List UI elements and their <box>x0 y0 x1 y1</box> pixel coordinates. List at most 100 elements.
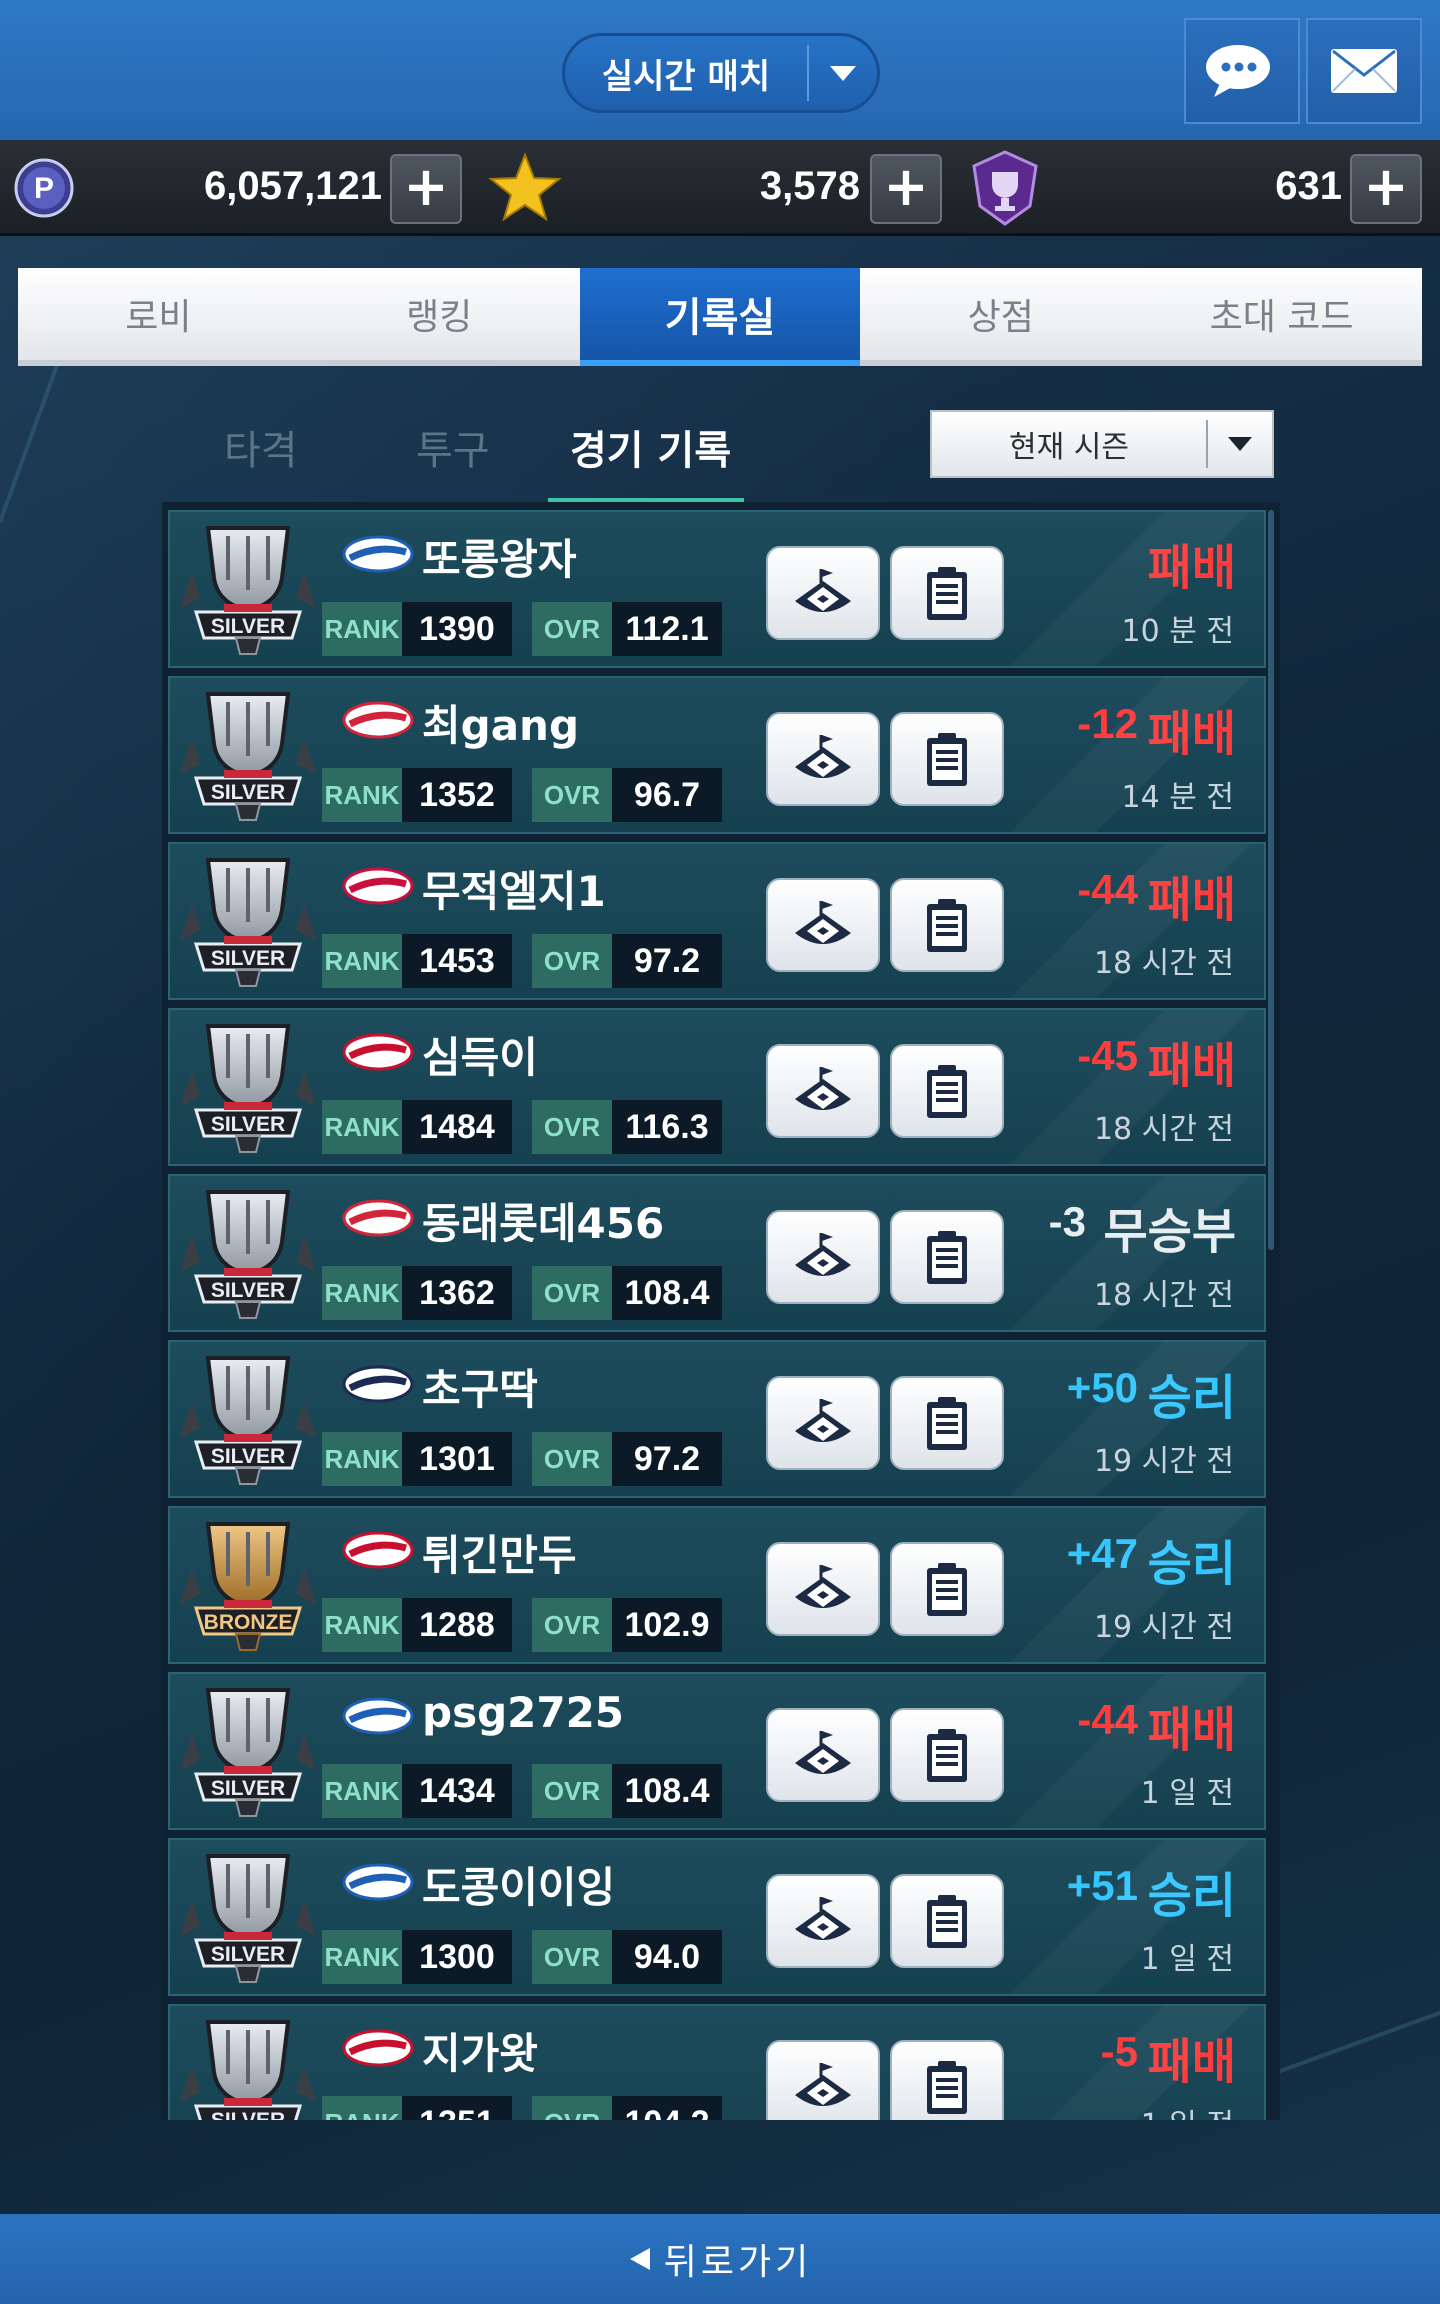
team-logo-icon <box>342 1697 414 1735</box>
match-row[interactable]: SILVER 또롱왕자 RANK 1390 OVR 112.1 패배 10 분 … <box>168 510 1266 668</box>
match-row[interactable]: SILVER psg2725 RANK 1434 OVR 108.4 -44 패… <box>168 1672 1266 1830</box>
trophies-amount: 631 <box>1275 164 1342 208</box>
stadium-view-button[interactable] <box>766 1376 880 1470</box>
box-score-button[interactable] <box>890 712 1004 806</box>
rank-stat: RANK 1352 <box>322 768 512 822</box>
opponent-name: 도콩이이잉 <box>422 1863 616 1912</box>
stadium-view-button[interactable] <box>766 546 880 640</box>
rank-value: 1362 <box>402 1266 512 1320</box>
match-row[interactable]: SILVER 초구딱 RANK 1301 OVR 97.2 +50 승리 19 … <box>168 1340 1266 1498</box>
team-logo-icon <box>342 867 414 905</box>
svg-text:SILVER: SILVER <box>211 947 285 970</box>
add-stars-button[interactable]: + <box>870 154 942 224</box>
match-mode-dropdown[interactable]: 실시간 매치 <box>562 33 880 113</box>
team-logo-icon <box>342 535 414 573</box>
match-row[interactable]: SILVER 동래롯데456 RANK 1362 OVR 108.4 -3 무승… <box>168 1174 1266 1332</box>
svg-text:P: P <box>34 172 54 205</box>
tier-badge-icon: SILVER <box>180 1688 316 1817</box>
trophy-emblem-icon <box>972 150 1038 226</box>
match-result: 패배 <box>1147 872 1236 928</box>
ovr-stat: OVR 108.4 <box>532 1764 722 1818</box>
rank-stat: RANK 1300 <box>322 1930 512 1984</box>
tier-badge-icon: SILVER <box>180 858 316 987</box>
match-row[interactable]: SILVER 최gang RANK 1352 OVR 96.7 -12 패배 1… <box>168 676 1266 834</box>
box-score-button[interactable] <box>890 1376 1004 1470</box>
match-row[interactable]: BRONZE 튀긴만두 RANK 1288 OVR 102.9 +47 승리 1… <box>168 1506 1266 1664</box>
svg-text:SILVER: SILVER <box>211 1943 285 1966</box>
clipboard-icon <box>927 1729 967 1782</box>
box-score-button[interactable] <box>890 546 1004 640</box>
opponent-name: 무적엘지1 <box>422 867 606 916</box>
box-score-button[interactable] <box>890 1542 1004 1636</box>
tab-invite-code[interactable]: 초대 코드 <box>1141 268 1422 360</box>
mail-button[interactable] <box>1306 18 1422 124</box>
score-change: -45 <box>1077 1032 1138 1079</box>
score-change: -44 <box>1077 1696 1138 1743</box>
box-score-button[interactable] <box>890 878 1004 972</box>
subtab-batting[interactable]: 타격 <box>224 418 298 476</box>
mail-icon <box>1331 49 1397 93</box>
subtab-match-history[interactable]: 경기 기록 <box>570 418 731 476</box>
match-result: 패배 <box>1147 540 1236 596</box>
chat-button[interactable] <box>1184 18 1300 124</box>
ovr-value: 102.9 <box>612 1598 722 1652</box>
box-score-button[interactable] <box>890 1210 1004 1304</box>
points-amount: 6,057,121 <box>204 164 382 208</box>
tier-badge-icon: SILVER <box>180 1854 316 1983</box>
add-trophies-button[interactable]: + <box>1350 154 1422 224</box>
match-row[interactable]: SILVER 무적엘지1 RANK 1453 OVR 97.2 -44 패배 1… <box>168 842 1266 1000</box>
star-icon <box>488 152 562 222</box>
clipboard-icon <box>927 899 967 952</box>
rank-value: 1351 <box>402 2096 512 2120</box>
stadium-view-button[interactable] <box>766 1542 880 1636</box>
box-score-button[interactable] <box>890 1708 1004 1802</box>
tab-records[interactable]: 기록실 <box>579 268 861 366</box>
tab-lobby[interactable]: 로비 <box>18 268 299 360</box>
match-history-list[interactable]: SILVER 또롱왕자 RANK 1390 OVR 112.1 패배 10 분 … <box>162 502 1280 2120</box>
ovr-label: OVR <box>532 1764 612 1818</box>
ovr-stat: OVR 104.2 <box>532 2096 722 2120</box>
stadium-icon <box>795 735 851 778</box>
stadium-view-button[interactable] <box>766 1874 880 1968</box>
ovr-label: OVR <box>532 1266 612 1320</box>
clipboard-icon <box>927 733 967 786</box>
clipboard-icon <box>927 1065 967 1118</box>
opponent-name: 동래롯데456 <box>422 1199 665 1248</box>
ovr-value: 108.4 <box>612 1764 722 1818</box>
season-dropdown[interactable]: 현재 시즌 <box>930 410 1274 478</box>
match-time: 18 시간 전 <box>1093 1278 1234 1313</box>
ovr-stat: OVR 96.7 <box>532 768 722 822</box>
chevron-down-icon <box>1208 437 1272 451</box>
tab-ranking[interactable]: 랭킹 <box>299 268 580 360</box>
match-result: 승리 <box>1147 1370 1236 1426</box>
rank-label: RANK <box>322 768 402 822</box>
stadium-view-button[interactable] <box>766 878 880 972</box>
team-logo-icon <box>342 2029 414 2067</box>
stadium-view-button[interactable] <box>766 1708 880 1802</box>
stadium-view-button[interactable] <box>766 2040 880 2120</box>
rank-label: RANK <box>322 2096 402 2120</box>
box-score-button[interactable] <box>890 2040 1004 2120</box>
back-arrow-icon <box>629 2248 650 2270</box>
score-change: +47 <box>1066 1530 1138 1577</box>
match-time: 19 시간 전 <box>1093 1444 1234 1479</box>
list-scrollbar[interactable] <box>1268 510 1274 1250</box>
tier-badge-icon: SILVER <box>180 1356 316 1485</box>
back-button[interactable]: 뒤로가기 <box>0 2214 1440 2304</box>
match-row[interactable]: SILVER 지가왓 RANK 1351 OVR 104.2 -5 패배 1 일… <box>168 2004 1266 2120</box>
subtab-pitching[interactable]: 투구 <box>416 418 490 476</box>
match-row[interactable]: SILVER 도콩이이잉 RANK 1300 OVR 94.0 +51 승리 1… <box>168 1838 1266 1996</box>
match-row[interactable]: SILVER 심득이 RANK 1484 OVR 116.3 -45 패배 18… <box>168 1008 1266 1166</box>
box-score-button[interactable] <box>890 1044 1004 1138</box>
stadium-view-button[interactable] <box>766 712 880 806</box>
stadium-view-button[interactable] <box>766 1210 880 1304</box>
rank-value: 1390 <box>402 602 512 656</box>
rank-value: 1453 <box>402 934 512 988</box>
box-score-button[interactable] <box>890 1874 1004 1968</box>
main-tabs: 로비 랭킹 기록실 상점 초대 코드 <box>18 268 1422 366</box>
add-points-button[interactable]: + <box>390 154 462 224</box>
score-change: -44 <box>1077 866 1138 913</box>
stadium-view-button[interactable] <box>766 1044 880 1138</box>
score-change: +50 <box>1066 1364 1138 1411</box>
tab-shop[interactable]: 상점 <box>860 268 1141 360</box>
